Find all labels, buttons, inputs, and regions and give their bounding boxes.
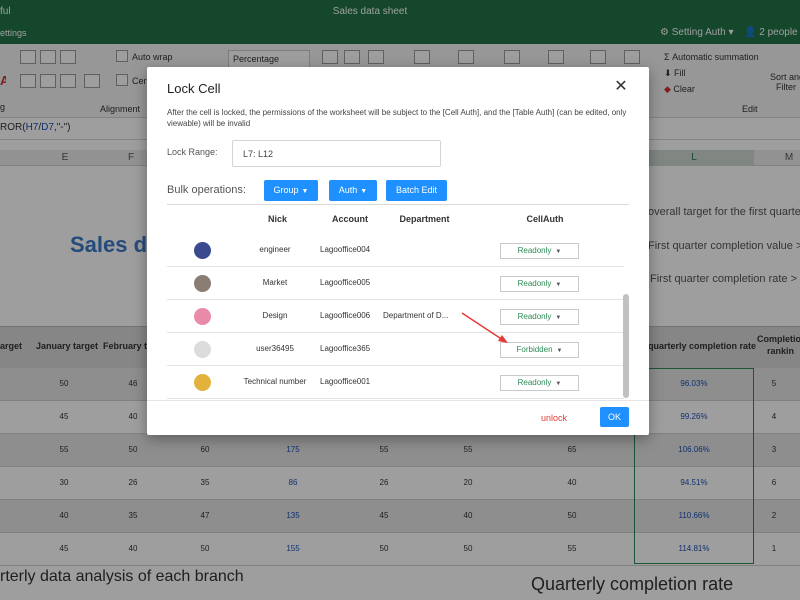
cellauth-select[interactable]: Readonly ▼ xyxy=(500,243,579,259)
column-nick: Nick xyxy=(267,214,287,224)
user-account: Lagooffice004 xyxy=(320,245,371,254)
bulk-operations-label: Bulk operations: xyxy=(167,184,246,196)
avatar-engineer-icon xyxy=(194,242,211,259)
auth-dropdown-button[interactable]: Auth ▼ xyxy=(329,180,377,201)
user-row: user36495 Lagooffice365 Forbidden ▼ xyxy=(167,333,624,366)
batch-edit-button[interactable]: Batch Edit xyxy=(386,180,447,201)
chevron-down-icon: ▼ xyxy=(555,315,562,321)
user-account: Lagooffice001 xyxy=(320,377,371,386)
avatar-market-icon xyxy=(194,275,211,292)
user-row: engineer Lagooffice004 Readonly ▼ xyxy=(167,234,624,267)
lock-cell-note: After the cell is locked, the permission… xyxy=(167,108,627,128)
column-department: Department xyxy=(399,214,450,224)
unlock-button[interactable]: unlock xyxy=(534,411,574,425)
user-auth-list: engineer Lagooffice004 Readonly ▼ Market Lago… xyxy=(167,234,629,400)
avatar-technical-icon xyxy=(194,374,211,391)
user-nick: Technical number xyxy=(243,377,307,386)
lock-range-input[interactable] xyxy=(232,140,441,167)
chevron-down-icon: ▼ xyxy=(360,188,368,195)
cellauth-select[interactable]: Readonly ▼ xyxy=(500,276,579,292)
column-cellauth: CellAuth xyxy=(526,214,564,224)
footer-divider xyxy=(147,400,649,401)
chevron-down-icon: ▼ xyxy=(556,348,563,354)
chevron-down-icon: ▼ xyxy=(301,188,309,195)
ok-button[interactable]: OK xyxy=(600,407,629,427)
cellauth-select[interactable]: Readonly ▼ xyxy=(500,375,579,391)
user-row: Design Lagooffice006 Department of D... Rea… xyxy=(167,300,624,333)
user-nick: Design xyxy=(262,311,288,320)
chevron-down-icon: ▼ xyxy=(555,282,562,288)
list-scrollbar[interactable] xyxy=(623,294,629,398)
lock-range-label: Lock Range: xyxy=(167,147,218,157)
group-dropdown-button[interactable]: Group ▼ xyxy=(264,180,318,201)
user-nick: user36495 xyxy=(256,344,294,353)
user-nick: Market xyxy=(262,278,288,287)
user-row: Technical number Lagooffice001 Readonly ▼ xyxy=(167,366,624,399)
column-account: Account xyxy=(332,214,368,224)
user-account: Lagooffice365 xyxy=(320,344,371,353)
chevron-down-icon: ▼ xyxy=(555,249,562,255)
user-nick: engineer xyxy=(259,245,291,254)
user-department: Department of D... xyxy=(383,311,449,320)
close-icon[interactable]: ✕ xyxy=(613,79,629,95)
cellauth-select[interactable]: Readonly ▼ xyxy=(500,309,579,325)
lock-cell-dialog: Lock Cell ✕ After the cell is locked, th… xyxy=(147,67,649,435)
user-account: Lagooffice005 xyxy=(320,278,371,287)
grid-divider xyxy=(167,204,629,205)
avatar-design-icon xyxy=(194,308,211,325)
chevron-down-icon: ▼ xyxy=(555,381,562,387)
avatar-user-icon xyxy=(194,341,211,358)
user-account: Lagooffice006 xyxy=(320,311,371,320)
user-row: Market Lagooffice005 Readonly ▼ xyxy=(167,267,624,300)
dialog-title: Lock Cell xyxy=(167,81,221,96)
cellauth-select[interactable]: Forbidden ▼ xyxy=(500,342,579,358)
